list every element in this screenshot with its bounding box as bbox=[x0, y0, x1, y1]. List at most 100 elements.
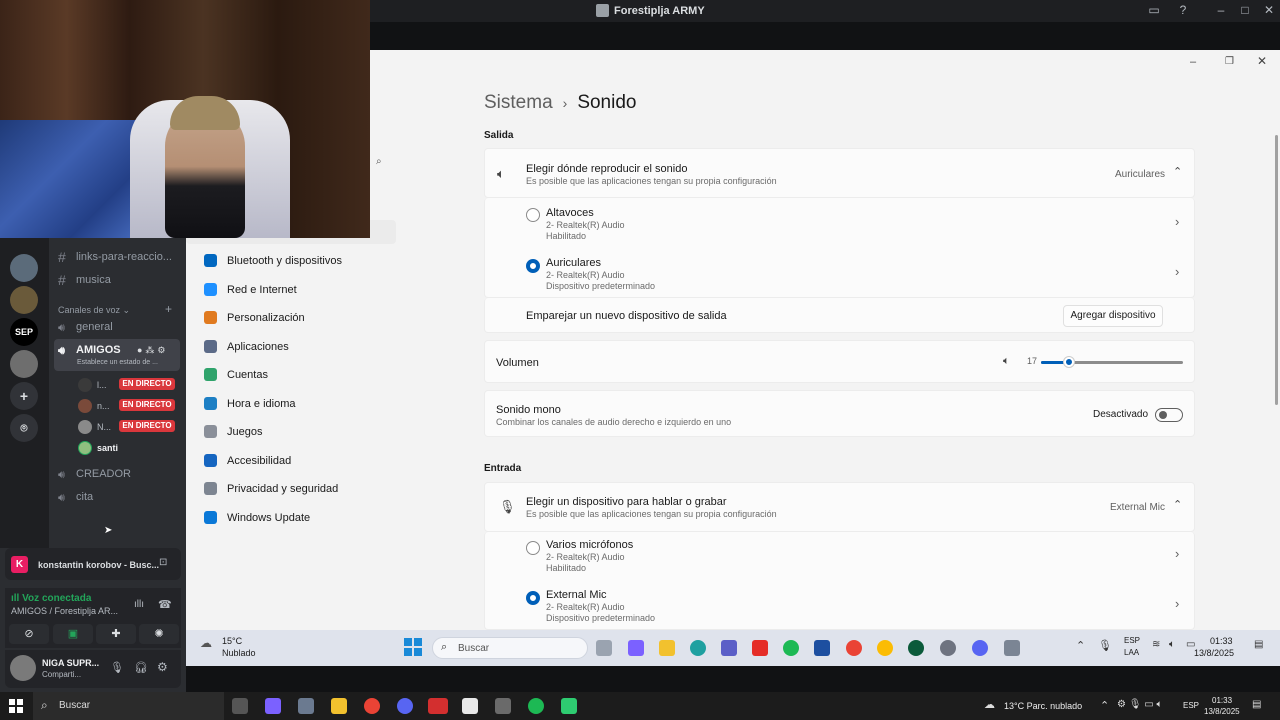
app-icon[interactable] bbox=[561, 698, 577, 714]
server-sc[interactable] bbox=[10, 350, 38, 378]
headphones-icon[interactable]: 🎧︎ bbox=[134, 661, 148, 674]
chevron-up-icon[interactable]: ⌃ bbox=[1076, 639, 1085, 652]
voice-channel-creador[interactable]: 🔊︎ CREADOR bbox=[58, 468, 131, 481]
scrollbar[interactable] bbox=[1275, 135, 1278, 405]
screen-share-icon[interactable]: ▣ bbox=[53, 624, 93, 644]
breadcrumb-parent[interactable]: Sistema bbox=[484, 92, 553, 114]
server-avatar[interactable] bbox=[10, 254, 38, 282]
volume-icon[interactable]: 🔈︎ bbox=[1169, 639, 1175, 650]
nav-privacy[interactable]: Privacidad y seguridad bbox=[204, 482, 338, 495]
mono-toggle[interactable] bbox=[1155, 408, 1183, 422]
copilot-icon[interactable] bbox=[628, 640, 644, 656]
radio-altavoces[interactable] bbox=[526, 208, 540, 222]
notification-icon[interactable]: ▤ bbox=[1252, 699, 1261, 710]
folder-icon[interactable] bbox=[331, 698, 347, 714]
voice-user[interactable]: N... bbox=[78, 420, 111, 434]
nav-accessibility[interactable]: Accesibilidad bbox=[204, 454, 291, 467]
chevron-up-icon[interactable]: ⌃ bbox=[1100, 699, 1109, 712]
voice-section-header[interactable]: Canales de voz ⌄ bbox=[58, 305, 130, 316]
chrome-icon[interactable] bbox=[877, 640, 893, 656]
spotify-icon[interactable] bbox=[783, 640, 799, 656]
chat-icon[interactable]: ●⁂⚙ bbox=[137, 345, 169, 356]
microphone-icon[interactable]: 🎙︎ bbox=[110, 661, 124, 674]
nav-windows-update[interactable]: Windows Update bbox=[204, 511, 310, 524]
outer-search[interactable]: ⌕ Buscar bbox=[33, 692, 224, 720]
weather-icon[interactable]: ☁ bbox=[984, 698, 995, 711]
add-server-icon[interactable]: + bbox=[10, 382, 38, 410]
activity-icon[interactable]: ⊡ bbox=[159, 557, 167, 568]
voice-channel-amigos[interactable]: 🔊︎ AMIGOS bbox=[58, 344, 121, 357]
chevron-right-icon[interactable]: › bbox=[1175, 596, 1179, 611]
soundboard-icon[interactable]: ✺ bbox=[139, 624, 179, 644]
volume-slider[interactable] bbox=[1041, 357, 1183, 367]
tray-icons[interactable]: ⚙ 🎙︎ ▭ 🔈︎ bbox=[1117, 699, 1162, 710]
settings-gear-icon[interactable] bbox=[1004, 640, 1020, 656]
close-button[interactable]: ✕ bbox=[1261, 3, 1277, 19]
text-channel[interactable]: # links-para-reaccio... bbox=[58, 249, 172, 265]
nav-accounts[interactable]: Cuentas bbox=[204, 368, 268, 381]
gear-icon[interactable]: ⚙ bbox=[157, 660, 168, 674]
add-device-button[interactable]: Agregar dispositivo bbox=[1063, 305, 1163, 327]
radio-external-mic[interactable] bbox=[526, 591, 540, 605]
edge-icon[interactable] bbox=[690, 640, 706, 656]
nav-bluetooth[interactable]: Bluetooth y dispositivos bbox=[204, 254, 342, 267]
chevron-right-icon[interactable]: › bbox=[1175, 546, 1179, 561]
wifi-icon[interactable]: ≋ bbox=[1152, 639, 1160, 650]
disconnect-icon[interactable]: ☎ bbox=[158, 598, 172, 611]
app-icon[interactable] bbox=[428, 698, 448, 714]
teams-icon[interactable] bbox=[721, 640, 737, 656]
app-icon[interactable] bbox=[908, 640, 924, 656]
volume-icon[interactable]: 🔈︎ bbox=[1003, 355, 1010, 368]
discord-icon[interactable] bbox=[972, 640, 988, 656]
help-icon[interactable]: ? bbox=[1175, 3, 1191, 19]
nav-network[interactable]: Red e Internet bbox=[204, 283, 297, 296]
settings-close-button[interactable]: ✕ bbox=[1257, 54, 1267, 68]
google-icon[interactable] bbox=[846, 640, 862, 656]
voice-user[interactable]: santi bbox=[78, 441, 118, 455]
voice-channel-general[interactable]: 🔊︎ general bbox=[58, 321, 113, 334]
volume-slider-thumb[interactable] bbox=[1064, 357, 1075, 367]
discover-icon[interactable]: ⌾ bbox=[10, 414, 38, 442]
capcut-icon[interactable] bbox=[462, 698, 478, 714]
voice-user[interactable]: n... bbox=[78, 399, 110, 413]
app-icon[interactable] bbox=[814, 640, 830, 656]
chevron-up-icon[interactable]: ⌃ bbox=[1173, 498, 1182, 511]
activities-icon[interactable]: ✚ bbox=[96, 624, 136, 644]
microphone-icon[interactable]: 🎙︎ bbox=[1098, 639, 1112, 652]
settings-minimize-button[interactable]: – bbox=[1190, 56, 1196, 68]
search-icon[interactable]: ⌕ bbox=[376, 156, 382, 167]
nav-gaming[interactable]: Juegos bbox=[204, 425, 262, 438]
maximize-button[interactable]: □ bbox=[1237, 3, 1253, 19]
taskbar-search[interactable]: ⌕ Buscar bbox=[432, 637, 588, 659]
voice-user[interactable]: l... bbox=[78, 378, 107, 392]
input-device-chooser[interactable]: 🎙︎ Elegir un dispositivo para hablar o g… bbox=[484, 482, 1195, 532]
task-view-icon[interactable] bbox=[596, 640, 612, 656]
settings-restore-button[interactable]: ❐ bbox=[1225, 56, 1234, 67]
minimize-button[interactable]: – bbox=[1213, 3, 1229, 19]
avatar[interactable] bbox=[10, 655, 36, 681]
add-channel-icon[interactable]: + bbox=[165, 302, 172, 316]
copilot-icon[interactable] bbox=[265, 698, 281, 714]
folder-icon[interactable] bbox=[659, 640, 675, 656]
nav-apps[interactable]: Aplicaciones bbox=[204, 340, 289, 353]
noise-icon[interactable]: ıllı bbox=[134, 599, 144, 610]
notification-icon[interactable]: ▤ bbox=[1254, 639, 1263, 650]
server-sep[interactable]: SEP bbox=[10, 318, 38, 346]
text-channel[interactable]: # musica bbox=[58, 272, 111, 288]
radio-auriculares[interactable] bbox=[526, 259, 540, 273]
youtube-icon[interactable] bbox=[752, 640, 768, 656]
camera-off-icon[interactable]: ⊘ bbox=[9, 624, 49, 644]
screen-icon[interactable]: ▭ bbox=[1146, 3, 1162, 19]
task-view-icon[interactable] bbox=[232, 698, 248, 714]
server-dde[interactable] bbox=[10, 286, 38, 314]
discord-icon[interactable] bbox=[397, 698, 413, 714]
chevron-up-icon[interactable]: ⌃ bbox=[1173, 165, 1182, 178]
voice-channel-cita[interactable]: 🔊︎ cita bbox=[58, 491, 93, 504]
chrome-icon[interactable] bbox=[364, 698, 380, 714]
app-icon[interactable] bbox=[495, 698, 511, 714]
windows-start-icon[interactable] bbox=[404, 638, 422, 656]
app-icon[interactable] bbox=[298, 698, 314, 714]
output-device-chooser[interactable]: 🔈︎ Elegir dónde reproducir el sonido Es … bbox=[484, 148, 1195, 198]
app-icon[interactable] bbox=[940, 640, 956, 656]
nav-personalization[interactable]: Personalización bbox=[204, 311, 305, 324]
